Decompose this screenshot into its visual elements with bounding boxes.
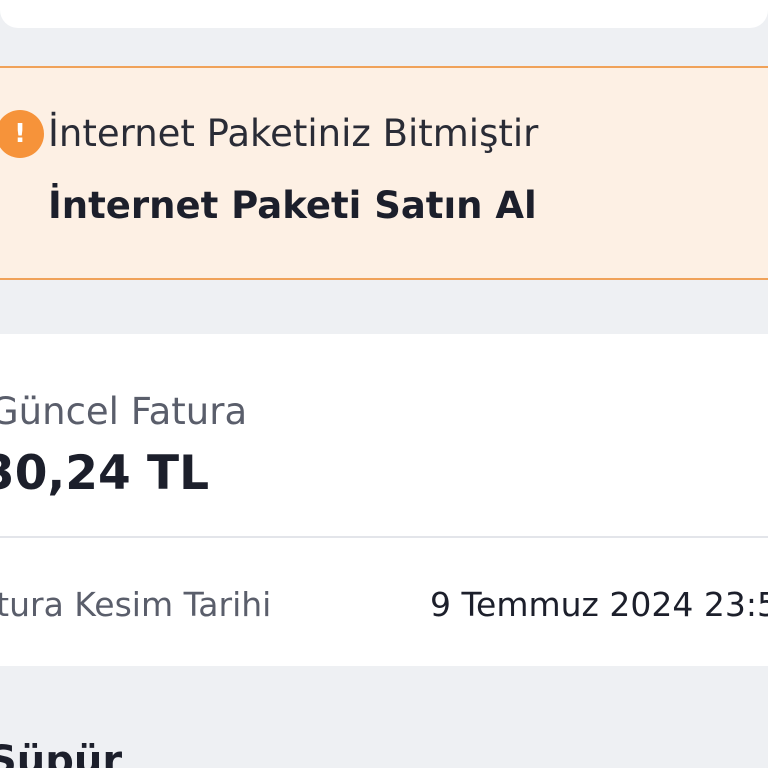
section-heading: Süpür <box>0 738 123 768</box>
current-bill-label: Güncel Fatura <box>0 390 248 433</box>
bill-cut-date-label: Fatura Kesim Tarihi <box>0 585 272 624</box>
buy-internet-package-link[interactable]: İnternet Paketi Satın Al <box>48 184 537 227</box>
internet-package-alert[interactable] <box>0 66 768 280</box>
current-bill-amount: 30,24 TL <box>0 446 210 501</box>
top-card <box>0 0 768 28</box>
bill-cut-date-value: 9 Temmuz 2024 23:5 <box>430 585 768 624</box>
alert-message: İnternet Paketiniz Bitmiştir <box>48 112 539 155</box>
screen: ! İnternet Paketiniz Bitmiştir İnternet … <box>0 0 768 768</box>
divider <box>0 536 768 538</box>
